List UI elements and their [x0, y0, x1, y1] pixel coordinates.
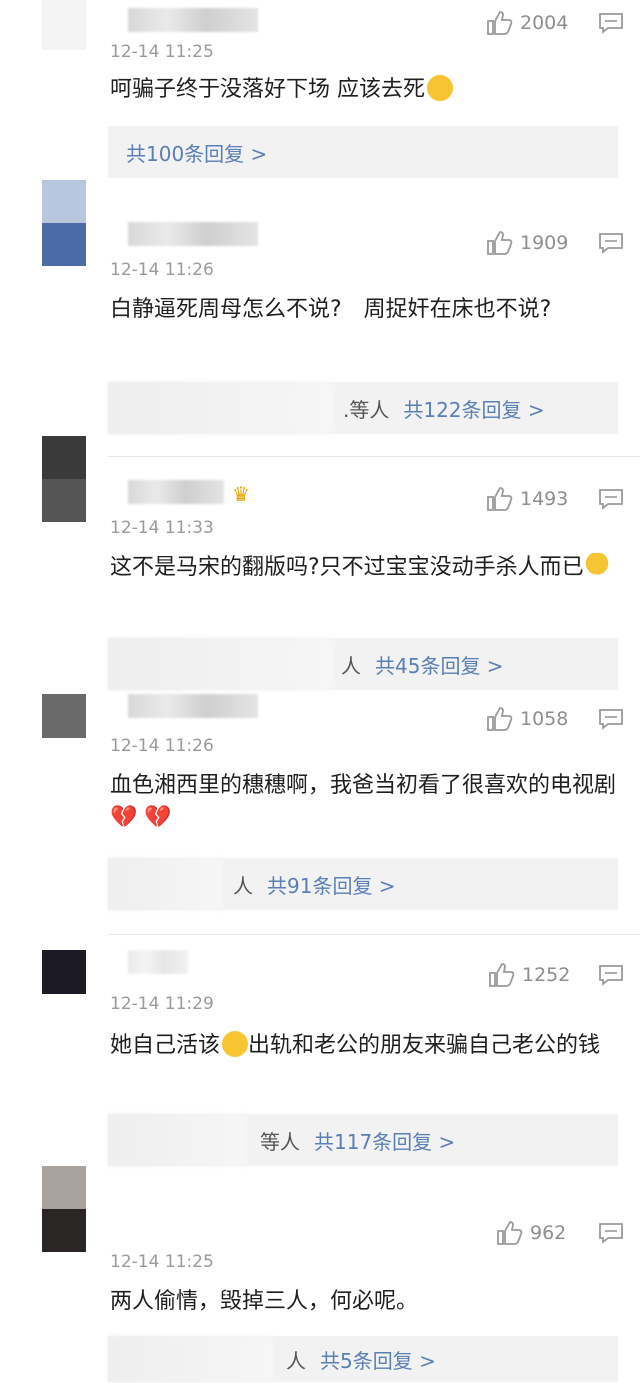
comment-text: 血色湘西里的穗穗啊，我爸当初看了很喜欢的电视剧 💔 💔	[110, 770, 620, 834]
reply-prefix: 人	[233, 873, 253, 898]
like-count: 1252	[522, 964, 571, 986]
reply-link[interactable]: 共117条回复 >	[314, 1126, 455, 1155]
like-button[interactable]: 2004	[486, 10, 568, 36]
timestamp: 12-14 11:29	[110, 994, 214, 1014]
comment-icon[interactable]	[598, 488, 624, 510]
like-button[interactable]: 962	[496, 1220, 566, 1246]
divider	[108, 934, 640, 935]
username-blurred[interactable]	[128, 8, 258, 32]
reply-summary[interactable]: 人 共5条回复 >	[108, 1336, 618, 1382]
smile-emoji	[427, 75, 453, 101]
like-count: 1493	[520, 488, 569, 510]
reply-link[interactable]: 共5条回复 >	[320, 1345, 436, 1374]
smile-emoji	[222, 1031, 249, 1057]
like-button[interactable]: 1493	[486, 486, 568, 512]
like-count: 1058	[520, 708, 569, 730]
reply-link[interactable]: 共91条回复 >	[267, 870, 396, 899]
reply-prefix: 人	[341, 653, 361, 678]
reply-prefix: .等人	[343, 397, 390, 422]
avatar[interactable]	[42, 950, 86, 994]
blurred-names	[108, 1114, 248, 1166]
like-button[interactable]: 1058	[486, 706, 568, 732]
comment-icon[interactable]	[598, 964, 624, 986]
like-button[interactable]: 1252	[488, 962, 570, 988]
thumbs-up-icon	[497, 1221, 523, 1245]
hands-emoji	[583, 553, 610, 579]
like-count: 2004	[520, 12, 569, 34]
comment-text-part-1: 她自己活该	[110, 1033, 221, 1058]
like-count: 962	[530, 1222, 567, 1244]
comment-text-content: 呵骗子终于没落好下场 应该去死	[110, 77, 425, 102]
timestamp: 12-14 11:25	[110, 1252, 214, 1272]
thumbs-up-icon	[487, 231, 513, 255]
comment-text-content: 血色湘西里的穗穗啊，我爸当初看了很喜欢的电视剧	[110, 773, 617, 798]
reply-link[interactable]: 共122条回复 >	[403, 394, 544, 423]
blurred-names	[108, 382, 333, 434]
username-blurred[interactable]	[128, 950, 188, 974]
reply-summary[interactable]: 人 共45条回复 >	[108, 638, 618, 690]
blurred-names	[108, 858, 223, 910]
blurred-names	[108, 638, 333, 690]
comment-item: ♛ 1493 12-14 11:33 这不是马宋的翻版吗?只不过宝宝没动手杀人而…	[0, 436, 640, 696]
comment-text: 两人偷情，毁掉三人，何必呢。	[110, 1289, 419, 1314]
avatar[interactable]	[42, 0, 86, 50]
reply-summary[interactable]: 等人 共117条回复 >	[108, 1114, 618, 1166]
thumbs-up-icon	[487, 487, 513, 511]
reply-link[interactable]: 共100条回复 >	[126, 138, 267, 167]
like-count: 1909	[520, 232, 569, 254]
comment-text: 白静逼死周母怎么不说? 周捉奸在床也不说?	[110, 297, 552, 322]
avatar[interactable]	[42, 180, 86, 266]
thumbs-up-icon	[487, 11, 513, 35]
timestamp: 12-14 11:26	[110, 736, 214, 756]
comment-icon[interactable]	[598, 12, 624, 34]
comment-item: 1252 12-14 11:29 她自己活该 出轨和老公的朋友来骗自己老公的钱 等…	[0, 950, 640, 1186]
comment-text-part-2: 出轨和老公的朋友来骗自己老公的钱	[248, 1033, 601, 1058]
reply-prefix: 等人	[260, 1129, 300, 1154]
timestamp: 12-14 11:33	[110, 518, 214, 538]
comment-item: 2004 12-14 11:25 呵骗子终于没落好下场 应该去死 共100条回复…	[0, 0, 640, 188]
comment-item: 1909 12-14 11:26 白静逼死周母怎么不说? 周捉奸在床也不说? .…	[0, 180, 640, 457]
username-blurred[interactable]	[128, 480, 224, 504]
reply-prefix: 人	[286, 1348, 306, 1373]
reply-summary[interactable]: .等人 共122条回复 >	[108, 382, 618, 434]
comment-text: 呵骗子终于没落好下场 应该去死	[110, 74, 620, 106]
timestamp: 12-14 11:26	[110, 260, 214, 280]
username-blurred[interactable]	[128, 694, 258, 718]
comment-text-content: 这不是马宋的翻版吗?只不过宝宝没动手杀人而已	[110, 555, 584, 580]
reply-link[interactable]: 共45条回复 >	[375, 650, 504, 679]
blurred-names	[108, 1336, 273, 1382]
reply-summary[interactable]: 共100条回复 >	[108, 126, 618, 178]
comment-icon[interactable]	[598, 1222, 624, 1244]
comment-text: 这不是马宋的翻版吗?只不过宝宝没动手杀人而已	[110, 552, 620, 584]
comment-item: 1058 12-14 11:26 血色湘西里的穗穗啊，我爸当初看了很喜欢的电视剧…	[0, 694, 640, 935]
avatar[interactable]	[42, 694, 86, 738]
reply-summary[interactable]: 人 共91条回复 >	[108, 858, 618, 910]
username-blurred[interactable]	[128, 222, 258, 246]
thumbs-up-icon	[489, 963, 515, 987]
like-button[interactable]: 1909	[486, 230, 568, 256]
avatar[interactable]	[42, 1166, 86, 1252]
avatar[interactable]	[42, 436, 86, 522]
comment-icon[interactable]	[598, 708, 624, 730]
comment-text: 她自己活该 出轨和老公的朋友来骗自己老公的钱	[110, 1030, 620, 1062]
thumbs-up-icon	[487, 707, 513, 731]
timestamp: 12-14 11:25	[110, 42, 214, 62]
broken-heart-emoji: 💔 💔	[110, 805, 172, 830]
comment-icon[interactable]	[598, 232, 624, 254]
crown-icon: ♛	[232, 482, 250, 506]
comment-item: 962 12-14 11:25 两人偷情，毁掉三人，何必呢。 人 共5条回复 >	[0, 1166, 640, 1383]
